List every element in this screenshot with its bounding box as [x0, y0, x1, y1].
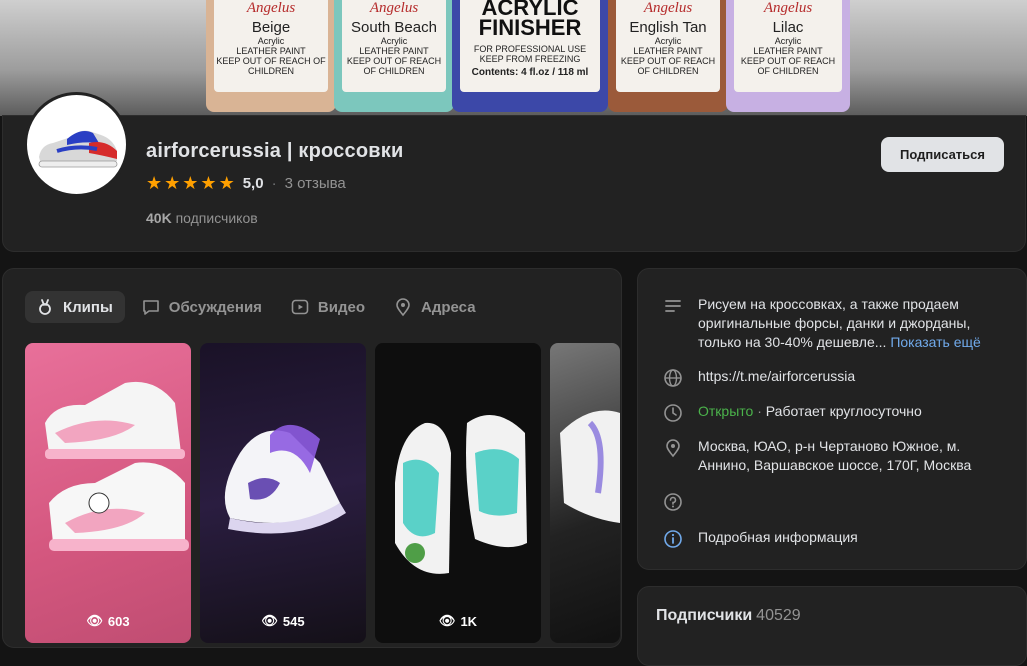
clips-icon [39, 299, 51, 315]
paint-bottle-south-beach: Angelus South Beach Acrylic LEATHER PAIN… [334, 0, 454, 112]
help-row[interactable] [662, 491, 684, 513]
location-icon [396, 298, 410, 317]
info-panel: Рисуем на кроссовках, а также продаем ор… [637, 268, 1027, 570]
paint-bottle-finisher: ACRYLIC FINISHER FOR PROFESSIONAL USE KE… [452, 0, 608, 112]
address-row[interactable]: Москва, ЮАО, р-н Чертаново Южное, м. Анн… [662, 437, 1008, 475]
sneaker-image [224, 424, 346, 534]
rating[interactable]: ★ ★ ★ ★ ★ 5,0 · 3 отзыва [146, 174, 346, 192]
clock-icon [664, 404, 682, 422]
address-link[interactable]: Москва, ЮАО, р-н Чертаново Южное, м. Анн… [698, 437, 1008, 475]
description-row: Рисуем на кроссовках, а также продаем ор… [662, 295, 1008, 352]
discussion-icon [142, 300, 159, 315]
website-link[interactable]: https://t.me/airforcerussia [698, 367, 1008, 389]
details-link[interactable]: Подробная информация [698, 528, 1008, 550]
content-section: Клипы Обсуждения Видео Адреса 👁 603 👁 54… [2, 268, 622, 648]
clip-item[interactable]: 👁 1K [375, 343, 541, 643]
star-icon: ★ [146, 173, 163, 193]
tab-addresses[interactable]: Адреса [383, 291, 488, 323]
video-icon [291, 299, 309, 315]
globe-icon [664, 369, 682, 387]
rating-value: 5,0 [242, 174, 264, 192]
eye-icon: 👁 [86, 613, 103, 628]
clip-views: 👁 545 [261, 613, 305, 629]
cover-image: Angelus Beige Acrylic LEATHER PAINT KEEP… [0, 0, 1027, 116]
hours-text: Открыто · Работает круглосуточно [698, 403, 922, 419]
clip-item[interactable] [550, 343, 620, 643]
website-row[interactable]: https://t.me/airforcerussia [662, 367, 1008, 389]
clip-views: 👁 1K [438, 613, 478, 629]
clips-list: 👁 603 👁 545 👁 1K [25, 343, 620, 643]
details-row[interactable]: Подробная информация [662, 528, 1008, 550]
paint-bottle-english-tan: Angelus English Tan Acrylic LEATHER PAIN… [608, 0, 728, 112]
paint-bottle-lilac: Angelus Lilac Acrylic LEATHER PAINT KEEP… [726, 0, 850, 112]
separator-dot: · [757, 403, 762, 419]
star-icon: ★ [218, 173, 235, 193]
subscribers-section: Подписчики 40529 [637, 586, 1027, 666]
eye-icon: 👁 [261, 613, 278, 628]
tab-clips[interactable]: Клипы [25, 291, 125, 323]
text-lines-icon [665, 300, 681, 312]
avatar[interactable] [24, 92, 129, 197]
eye-icon: 👁 [438, 613, 456, 628]
subscribe-button[interactable]: Подписаться [881, 137, 1004, 172]
location-pin-icon [666, 439, 680, 458]
sneaker-image [560, 410, 620, 523]
content-tabs: Клипы Обсуждения Видео Адреса [25, 291, 488, 323]
open-status: Открыто [698, 403, 754, 419]
clip-views: 👁 603 [86, 613, 130, 629]
page-title: airforcerussia | кроссовки [146, 140, 404, 162]
show-more-link[interactable]: Показать ещё [890, 334, 981, 350]
sneaker-image [395, 415, 527, 574]
hours-row[interactable]: Открыто · Работает круглосуточно [662, 402, 1008, 424]
sneaker-logo-icon [38, 130, 118, 168]
tab-video[interactable]: Видео [280, 291, 377, 323]
reviews-link[interactable]: 3 отзыва [285, 175, 346, 192]
clip-item[interactable]: 👁 545 [200, 343, 366, 643]
subscribers-count[interactable]: 40K подписчиков [146, 210, 258, 226]
description-text: Рисуем на кроссовках, а также продаем ор… [698, 296, 981, 350]
subscribers-header[interactable]: Подписчики 40529 [656, 607, 801, 625]
tab-discussions[interactable]: Обсуждения [131, 291, 274, 323]
star-icon: ★ [164, 173, 181, 193]
info-icon [664, 530, 682, 548]
clip-item[interactable]: 👁 603 [25, 343, 191, 643]
question-icon [664, 493, 682, 511]
star-icon: ★ [200, 173, 217, 193]
sneaker-image [45, 381, 189, 551]
separator-dot: · [271, 174, 277, 192]
paint-bottle-beige: Angelus Beige Acrylic LEATHER PAINT KEEP… [206, 0, 336, 112]
star-icon: ★ [182, 173, 199, 193]
